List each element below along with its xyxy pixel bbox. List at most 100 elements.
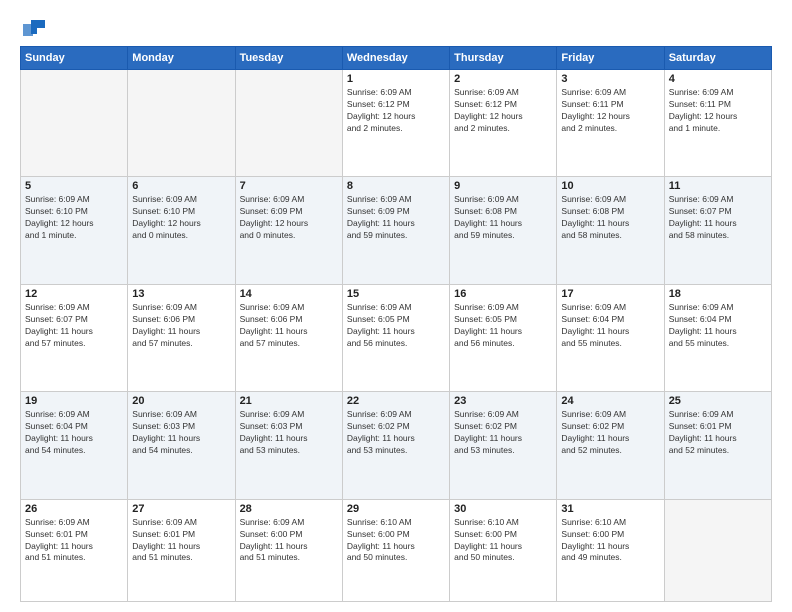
calendar-cell: [128, 70, 235, 177]
day-info: Sunrise: 6:09 AM Sunset: 6:04 PM Dayligh…: [561, 302, 659, 350]
calendar-cell: 28 Sunrise: 6:09 AM Sunset: 6:00 PM Dayli…: [235, 499, 342, 601]
header-thursday: Thursday: [450, 47, 557, 70]
day-number: 16: [454, 288, 552, 300]
calendar-cell: 8Sunrise: 6:09 AM Sunset: 6:09 PM Daylig…: [342, 177, 449, 284]
calendar-cell: 5 Sunrise: 6:09 AM Sunset: 6:10 PM Daylig…: [21, 177, 128, 284]
logo: [20, 18, 45, 36]
day-info: Sunrise: 6:09 AM Sunset: 6:12 PM Dayligh…: [347, 87, 445, 135]
day-info: Sunrise: 6:09 AM Sunset: 6:12 PM Dayligh…: [454, 87, 552, 135]
day-number: 29: [347, 503, 445, 515]
calendar-week-row: 1Sunrise: 6:09 AM Sunset: 6:12 PM Daylig…: [21, 70, 772, 177]
day-info: Sunrise: 6:09 AM Sunset: 6:03 PM Dayligh…: [132, 409, 230, 457]
day-number: 26: [25, 503, 123, 515]
day-number: 15: [347, 288, 445, 300]
calendar-cell: [21, 70, 128, 177]
calendar-cell: 3Sunrise: 6:09 AM Sunset: 6:11 PM Daylig…: [557, 70, 664, 177]
day-number: 31: [561, 503, 659, 515]
day-number: 19: [25, 395, 123, 407]
calendar-cell: 21Sunrise: 6:09 AM Sunset: 6:03 PM Dayli…: [235, 392, 342, 499]
calendar-cell: 10 Sunrise: 6:09 AM Sunset: 6:08 PM Dayli…: [557, 177, 664, 284]
day-info: Sunrise: 6:10 AM Sunset: 6:00 PM Dayligh…: [454, 517, 552, 565]
day-info: Sunrise: 6:09 AM Sunset: 6:11 PM Dayligh…: [669, 87, 767, 135]
calendar-week-row: 12 Sunrise: 6:09 AM Sunset: 6:07 PM Dayli…: [21, 284, 772, 391]
day-info: Sunrise: 6:09 AM Sunset: 6:08 PM Dayligh…: [561, 194, 659, 242]
day-info: Sunrise: 6:09 AM Sunset: 6:06 PM Dayligh…: [240, 302, 338, 350]
day-number: 9: [454, 180, 552, 192]
calendar: Sunday Monday Tuesday Wednesday Thursday…: [20, 46, 772, 602]
day-info: Sunrise: 6:09 AM Sunset: 6:06 PM Dayligh…: [132, 302, 230, 350]
calendar-cell: 9 Sunrise: 6:09 AM Sunset: 6:08 PM Daylig…: [450, 177, 557, 284]
day-info: Sunrise: 6:09 AM Sunset: 6:03 PM Dayligh…: [240, 409, 338, 457]
day-info: Sunrise: 6:09 AM Sunset: 6:11 PM Dayligh…: [561, 87, 659, 135]
calendar-cell: 30 Sunrise: 6:10 AM Sunset: 6:00 PM Dayli…: [450, 499, 557, 601]
day-info: Sunrise: 6:09 AM Sunset: 6:02 PM Dayligh…: [347, 409, 445, 457]
day-number: 5: [25, 180, 123, 192]
calendar-week-row: 19Sunrise: 6:09 AM Sunset: 6:04 PM Dayli…: [21, 392, 772, 499]
day-info: Sunrise: 6:09 AM Sunset: 6:07 PM Dayligh…: [669, 194, 767, 242]
calendar-cell: 23Sunrise: 6:09 AM Sunset: 6:02 PM Dayli…: [450, 392, 557, 499]
header-monday: Monday: [128, 47, 235, 70]
day-info: Sunrise: 6:09 AM Sunset: 6:01 PM Dayligh…: [669, 409, 767, 457]
day-info: Sunrise: 6:10 AM Sunset: 6:00 PM Dayligh…: [561, 517, 659, 565]
day-info: Sunrise: 6:09 AM Sunset: 6:09 PM Dayligh…: [240, 194, 338, 242]
day-number: 13: [132, 288, 230, 300]
day-info: Sunrise: 6:09 AM Sunset: 6:05 PM Dayligh…: [347, 302, 445, 350]
calendar-cell: 16 Sunrise: 6:09 AM Sunset: 6:05 PM Dayli…: [450, 284, 557, 391]
day-info: Sunrise: 6:09 AM Sunset: 6:01 PM Dayligh…: [25, 517, 123, 565]
day-info: Sunrise: 6:09 AM Sunset: 6:10 PM Dayligh…: [25, 194, 123, 242]
day-number: 4: [669, 73, 767, 85]
day-number: 6: [132, 180, 230, 192]
header-wednesday: Wednesday: [342, 47, 449, 70]
calendar-cell: 2 Sunrise: 6:09 AM Sunset: 6:12 PM Daylig…: [450, 70, 557, 177]
calendar-cell: 22Sunrise: 6:09 AM Sunset: 6:02 PM Dayli…: [342, 392, 449, 499]
calendar-cell: [664, 499, 771, 601]
header-friday: Friday: [557, 47, 664, 70]
day-number: 12: [25, 288, 123, 300]
day-number: 20: [132, 395, 230, 407]
day-info: Sunrise: 6:09 AM Sunset: 6:01 PM Dayligh…: [132, 517, 230, 565]
day-info: Sunrise: 6:09 AM Sunset: 6:07 PM Dayligh…: [25, 302, 123, 350]
calendar-cell: 27 Sunrise: 6:09 AM Sunset: 6:01 PM Dayli…: [128, 499, 235, 601]
day-number: 7: [240, 180, 338, 192]
calendar-cell: 24 Sunrise: 6:09 AM Sunset: 6:02 PM Dayli…: [557, 392, 664, 499]
day-number: 10: [561, 180, 659, 192]
calendar-cell: 1Sunrise: 6:09 AM Sunset: 6:12 PM Daylig…: [342, 70, 449, 177]
day-number: 2: [454, 73, 552, 85]
day-number: 17: [561, 288, 659, 300]
calendar-cell: 29 Sunrise: 6:10 AM Sunset: 6:00 PM Dayli…: [342, 499, 449, 601]
day-number: 18: [669, 288, 767, 300]
day-info: Sunrise: 6:10 AM Sunset: 6:00 PM Dayligh…: [347, 517, 445, 565]
day-info: Sunrise: 6:09 AM Sunset: 6:05 PM Dayligh…: [454, 302, 552, 350]
day-info: Sunrise: 6:09 AM Sunset: 6:10 PM Dayligh…: [132, 194, 230, 242]
header-sunday: Sunday: [21, 47, 128, 70]
day-info: Sunrise: 6:09 AM Sunset: 6:00 PM Dayligh…: [240, 517, 338, 565]
header-tuesday: Tuesday: [235, 47, 342, 70]
calendar-cell: 6 Sunrise: 6:09 AM Sunset: 6:10 PM Daylig…: [128, 177, 235, 284]
day-number: 30: [454, 503, 552, 515]
calendar-cell: 7 Sunrise: 6:09 AM Sunset: 6:09 PM Daylig…: [235, 177, 342, 284]
calendar-cell: 20 Sunrise: 6:09 AM Sunset: 6:03 PM Dayli…: [128, 392, 235, 499]
day-number: 28: [240, 503, 338, 515]
header: [20, 18, 772, 36]
day-number: 11: [669, 180, 767, 192]
day-info: Sunrise: 6:09 AM Sunset: 6:02 PM Dayligh…: [454, 409, 552, 457]
calendar-cell: 15 Sunrise: 6:09 AM Sunset: 6:05 PM Dayli…: [342, 284, 449, 391]
calendar-cell: 17 Sunrise: 6:09 AM Sunset: 6:04 PM Dayli…: [557, 284, 664, 391]
calendar-cell: 19Sunrise: 6:09 AM Sunset: 6:04 PM Dayli…: [21, 392, 128, 499]
day-number: 14: [240, 288, 338, 300]
day-number: 24: [561, 395, 659, 407]
calendar-week-row: 5 Sunrise: 6:09 AM Sunset: 6:10 PM Daylig…: [21, 177, 772, 284]
day-info: Sunrise: 6:09 AM Sunset: 6:02 PM Dayligh…: [561, 409, 659, 457]
day-info: Sunrise: 6:09 AM Sunset: 6:09 PM Dayligh…: [347, 194, 445, 242]
day-number: 27: [132, 503, 230, 515]
day-info: Sunrise: 6:09 AM Sunset: 6:04 PM Dayligh…: [669, 302, 767, 350]
day-info: Sunrise: 6:09 AM Sunset: 6:08 PM Dayligh…: [454, 194, 552, 242]
calendar-cell: 4 Sunrise: 6:09 AM Sunset: 6:11 PM Daylig…: [664, 70, 771, 177]
calendar-cell: 11 Sunrise: 6:09 AM Sunset: 6:07 PM Dayli…: [664, 177, 771, 284]
page: Sunday Monday Tuesday Wednesday Thursday…: [0, 0, 792, 612]
calendar-cell: [235, 70, 342, 177]
calendar-cell: 18 Sunrise: 6:09 AM Sunset: 6:04 PM Dayli…: [664, 284, 771, 391]
day-number: 25: [669, 395, 767, 407]
calendar-cell: 13 Sunrise: 6:09 AM Sunset: 6:06 PM Dayli…: [128, 284, 235, 391]
calendar-cell: 12 Sunrise: 6:09 AM Sunset: 6:07 PM Dayli…: [21, 284, 128, 391]
